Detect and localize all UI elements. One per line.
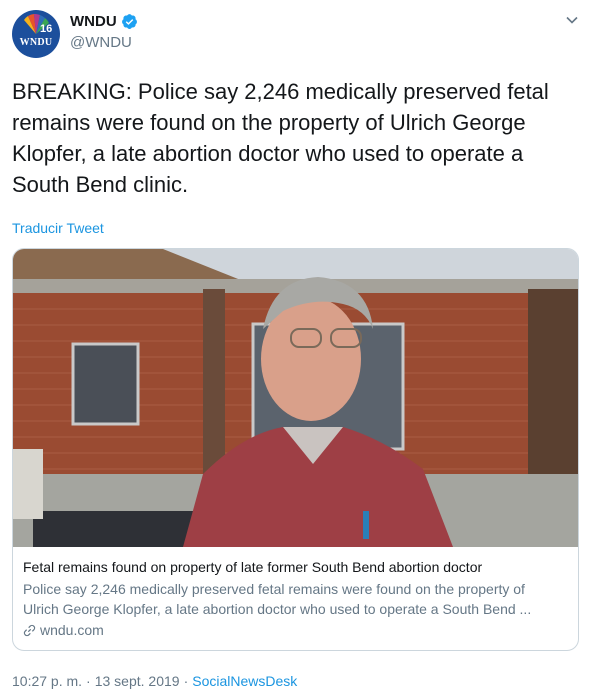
name-row: WNDU (70, 13, 138, 30)
card-title: Fetal remains found on property of late … (23, 559, 483, 575)
avatar-logo-text: WNDU (19, 37, 53, 48)
card-domain: wndu.com (23, 622, 568, 638)
svg-text:16: 16 (40, 23, 52, 35)
tweet-time[interactable]: 10:27 p. m. (12, 673, 82, 689)
link-card[interactable]: Fetal remains found on property of late … (12, 248, 579, 651)
meta-separator-2: · (183, 673, 189, 689)
card-body: Fetal remains found on property of late … (13, 547, 578, 638)
translate-tweet-link[interactable]: Traducir Tweet (12, 220, 582, 236)
peacock-logo-icon: 16 (24, 14, 52, 35)
avatar[interactable]: 16 WNDU (12, 10, 60, 58)
meta-separator: · (86, 673, 91, 689)
user-handle[interactable]: @WNDU (70, 34, 138, 51)
verified-badge-icon (121, 14, 137, 29)
chevron-down-icon[interactable] (564, 12, 580, 28)
tweet: 16 WNDU WNDU @WNDU BREAKING: Police say … (0, 0, 594, 691)
tweet-text: BREAKING: Police say 2,246 medically pre… (12, 79, 549, 197)
card-domain-text: wndu.com (40, 622, 104, 638)
author-names: WNDU @WNDU (70, 10, 138, 51)
link-icon (23, 624, 36, 636)
card-description: Police say 2,246 medically preserved fet… (23, 579, 569, 619)
display-name[interactable]: WNDU (70, 13, 117, 30)
tweet-date[interactable]: 13 sept. 2019 (95, 673, 180, 689)
tweet-header: 16 WNDU WNDU @WNDU (12, 10, 582, 60)
tweet-meta: 10:27 p. m. · 13 sept. 2019 · SocialNews… (12, 673, 582, 689)
card-description-line2: Ulrich George Klopfer, a late abortion d… (23, 601, 532, 617)
card-image (13, 249, 578, 547)
card-description-line1: Police say 2,246 medically preserved fet… (23, 581, 525, 597)
tweet-source-link[interactable]: SocialNewsDesk (192, 673, 297, 689)
